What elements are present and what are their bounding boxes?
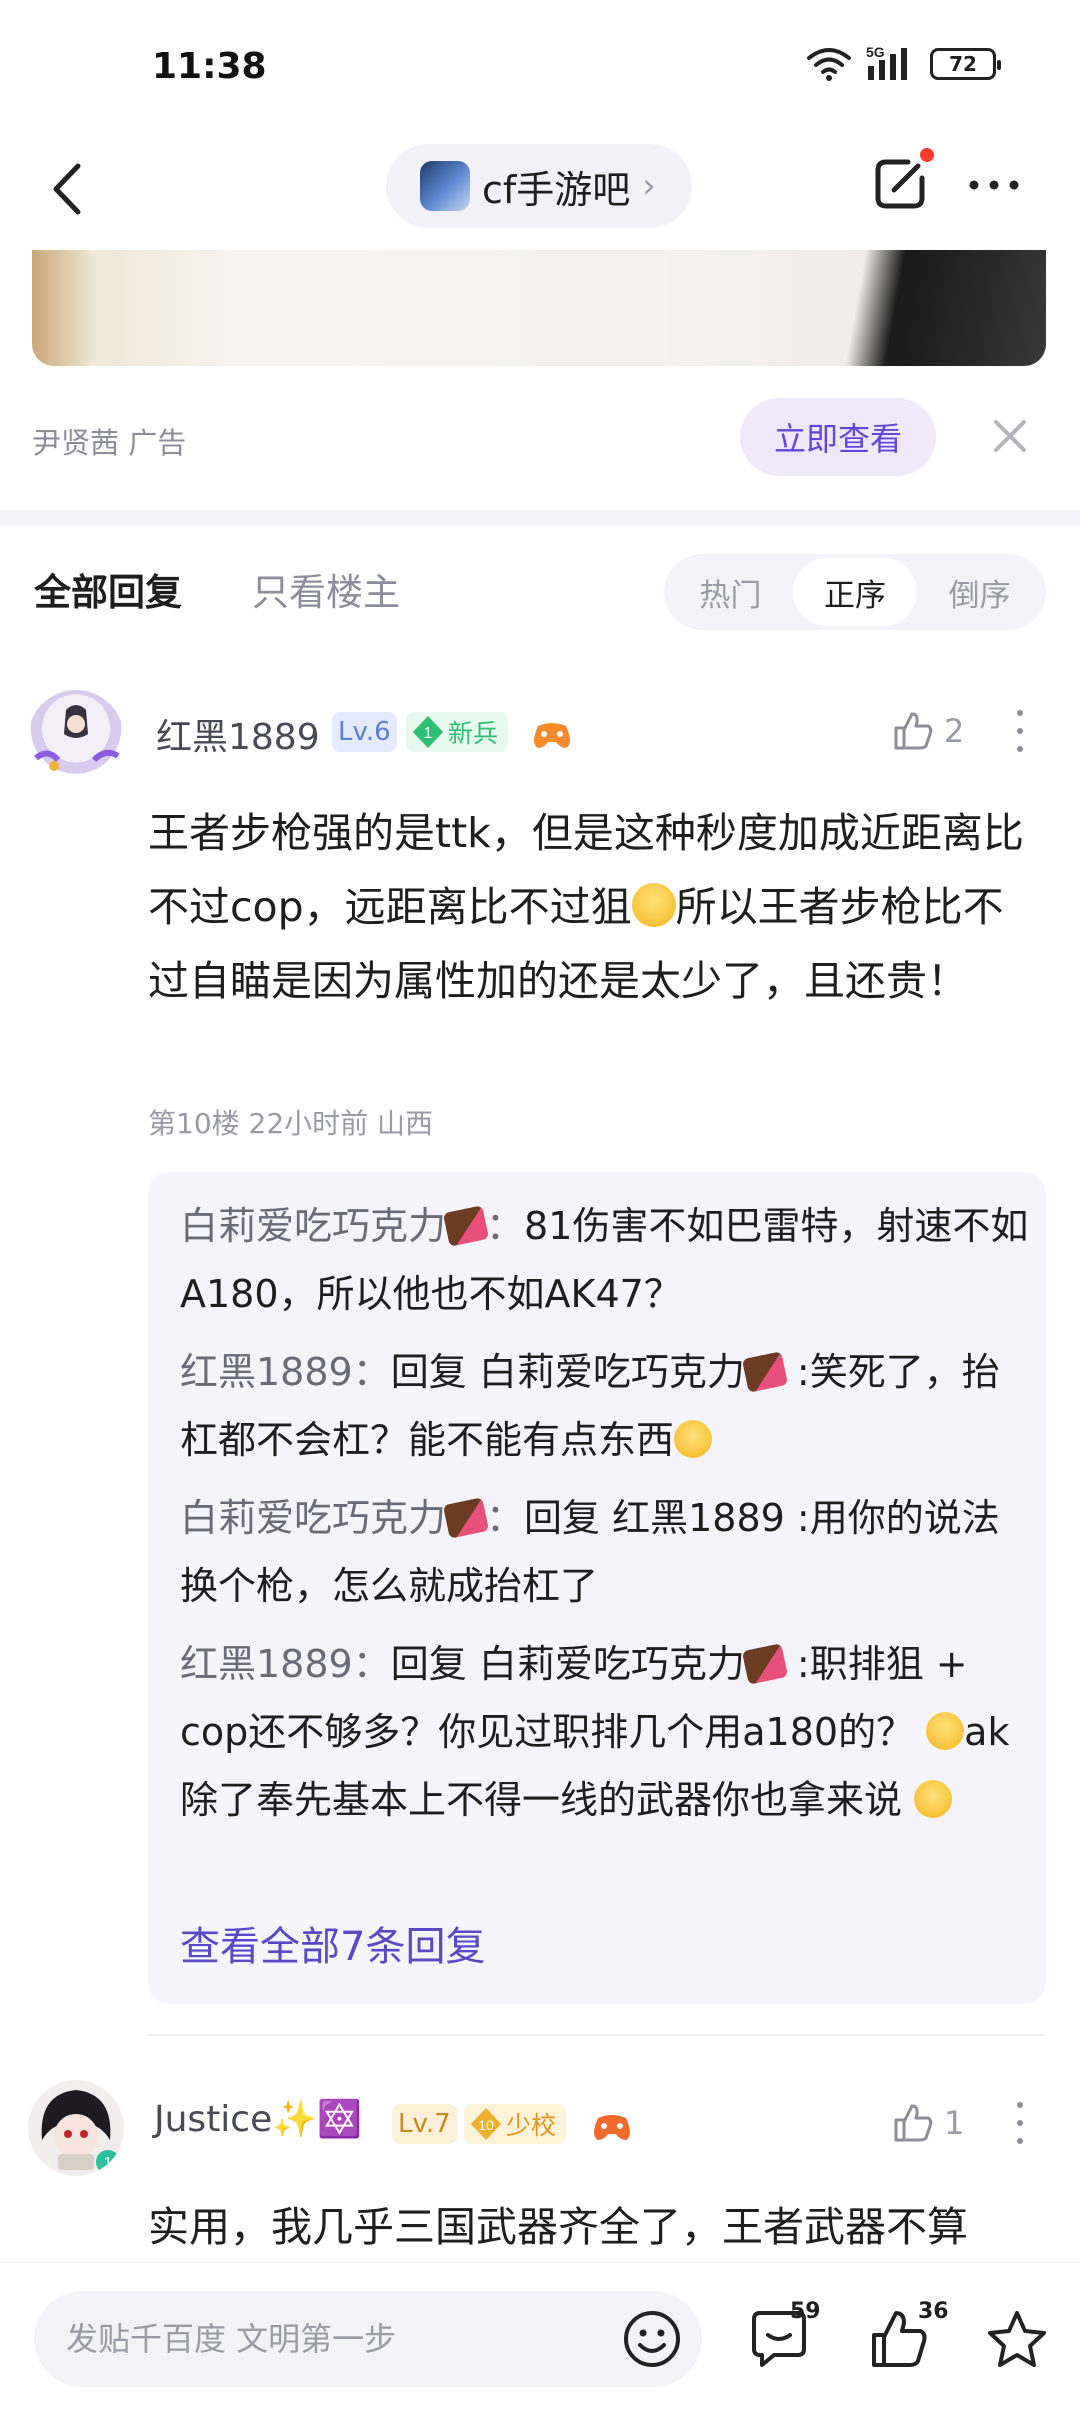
reply-separator: ： <box>352 1350 391 1394</box>
reply-to[interactable]: 白莉爱吃巧克力 <box>479 1350 745 1394</box>
back-icon[interactable] <box>40 154 100 224</box>
chocolate-emoji-icon <box>442 1497 490 1539</box>
reply-item[interactable]: 红黑1889：回复 白莉爱吃巧克力 :笑死了，抬杠都不会杠？能不能有点东西 <box>180 1338 1030 1474</box>
title-text: 少校 <box>506 2111 557 2140</box>
reply-word: 回复 <box>524 1496 613 1540</box>
comment-count: 59 <box>790 2299 821 2324</box>
ad-view-button[interactable]: 立即查看 <box>740 398 936 476</box>
reply-item[interactable]: 白莉爱吃巧克力 ：回复 红黑1889 :用你的说法换个枪，怎么就成抬杠了 <box>180 1484 1030 1620</box>
title-text: 新兵 <box>448 719 499 748</box>
reply-to[interactable]: 白莉爱吃巧克力 <box>479 1642 745 1686</box>
comment-body: 王者步枪强的是ttk，但是这种秒度加成近距离比不过cop，远距离比不过狙 所以王者… <box>148 796 1034 1018</box>
chocolate-emoji-icon <box>741 1351 788 1393</box>
ad-image-detail <box>732 250 1046 366</box>
comment-divider <box>148 2034 1046 2036</box>
more-options-icon[interactable] <box>962 160 1026 210</box>
avatar-art: 1 <box>41 2090 120 2174</box>
smirk-emoji-icon <box>674 1420 713 1458</box>
gamepad-icon <box>594 2115 630 2140</box>
chocolate-emoji-icon <box>741 1643 788 1685</box>
comment-more-icon[interactable] <box>1010 706 1030 756</box>
comment-username[interactable]: Justice✨🔯 <box>154 2098 362 2140</box>
close-icon[interactable] <box>984 410 1036 462</box>
smirk-emoji-icon <box>926 1712 965 1750</box>
level-badge: Lv.7 <box>392 2104 457 2144</box>
compose-box[interactable] <box>34 2291 702 2387</box>
sort-ascending[interactable]: 正序 <box>792 558 918 626</box>
like-count: 2 <box>944 712 965 750</box>
sort-hot[interactable]: 热门 <box>668 558 793 626</box>
section-separator <box>0 510 1080 526</box>
like-button[interactable]: 1 <box>890 2098 970 2148</box>
wifi-icon <box>807 48 851 81</box>
sort-toggle: 热门 正序 倒序 <box>664 554 1046 630</box>
avatar[interactable] <box>28 690 124 786</box>
reply-thread[interactable]: 白莉爱吃巧克力 ：81伤害不如巴雷特，射速不如A180，所以他也不如AK47？ 红… <box>148 1172 1046 2004</box>
svg-text:1: 1 <box>104 2155 113 2172</box>
emoji-icon[interactable] <box>618 2305 686 2373</box>
gamepad-icon <box>534 723 570 748</box>
view-all-replies-link[interactable]: 查看全部7条回复 <box>180 1914 485 1972</box>
chocolate-emoji-icon <box>442 1205 490 1247</box>
comment-username[interactable]: 红黑1889 <box>156 708 320 760</box>
title-rank: 10 <box>478 2117 494 2133</box>
comment-more-icon[interactable] <box>1010 2098 1030 2148</box>
grin-emoji-icon <box>631 883 676 927</box>
forum-link[interactable]: cf手游吧 › <box>386 144 692 228</box>
top-nav: cf手游吧 › <box>0 130 1080 250</box>
reply-author[interactable]: 白莉爱吃巧克力 <box>180 1496 446 1540</box>
battery-icon: 72 <box>930 48 1001 80</box>
gem-icon: 1 <box>413 716 443 748</box>
like-button[interactable]: 2 <box>890 706 970 756</box>
reply-item[interactable]: 白莉爱吃巧克力 ：81伤害不如巴雷特，射速不如A180，所以他也不如AK47？ <box>180 1192 1030 1328</box>
reply-word: 回复 <box>390 1350 479 1394</box>
title-badge: 1 新兵 <box>406 712 509 752</box>
reply-author[interactable]: 红黑1889 <box>180 1350 353 1394</box>
reply-word: 回复 <box>390 1642 479 1686</box>
forum-name: cf手游吧 <box>482 167 631 212</box>
reply-author[interactable]: 红黑1889 <box>180 1642 353 1686</box>
comment-body: 实用，我几乎三国武器齐全了，王者武器不算 <box>148 2203 968 2251</box>
battery-level: 72 <box>949 52 977 76</box>
chevron-right-icon: › <box>642 166 656 206</box>
ad-image[interactable] <box>32 250 1046 366</box>
reply-author[interactable]: 白莉爱吃巧克力 <box>180 1204 446 1248</box>
thumbs-up-icon <box>894 712 933 750</box>
ad-source: 尹贤茜 广告 <box>32 426 187 460</box>
comment-meta: 第10楼 22小时前 山西 <box>148 1107 434 1140</box>
notification-dot <box>918 146 936 164</box>
title-badge: 10 少校 <box>464 2104 567 2144</box>
level-badge: Lv.6 <box>332 712 397 752</box>
tab-all-replies[interactable]: 全部回复 <box>34 562 182 616</box>
gem-icon: 10 <box>471 2108 501 2140</box>
status-icons: 5G 72 <box>806 44 1001 84</box>
reply-separator: ： <box>486 1496 525 1540</box>
bottom-action-bar: 59 36 <box>0 2262 1080 2412</box>
tab-op-only[interactable]: 只看楼主 <box>252 562 400 616</box>
title-rank: 1 <box>424 725 433 742</box>
status-bar: 11:38 5G 72 <box>0 0 1080 130</box>
reply-item[interactable]: 红黑1889：回复 白莉爱吃巧克力 :职排狙 + cop还不够多？你见过职排几个… <box>180 1630 1030 1834</box>
reply-input[interactable] <box>66 2291 606 2387</box>
smirk-emoji-icon <box>914 1780 953 1818</box>
reply-separator: ： <box>486 1204 525 1248</box>
like-count: 1 <box>944 2104 965 2142</box>
star-icon[interactable] <box>982 2305 1052 2375</box>
forum-logo-icon <box>420 161 470 211</box>
avatar[interactable]: 1 <box>28 2080 124 2176</box>
reply-to[interactable]: 红黑1889 <box>612 1496 785 1540</box>
avatar-art <box>34 705 120 771</box>
sort-descending[interactable]: 倒序 <box>917 558 1042 626</box>
reply-separator: ： <box>352 1642 391 1686</box>
network-label: 5G <box>866 44 885 60</box>
status-time: 11:38 <box>152 46 267 87</box>
thumbs-up-icon <box>894 2104 933 2142</box>
cell-signal-icon: 5G <box>866 44 907 80</box>
like-count-total: 36 <box>918 2299 949 2324</box>
